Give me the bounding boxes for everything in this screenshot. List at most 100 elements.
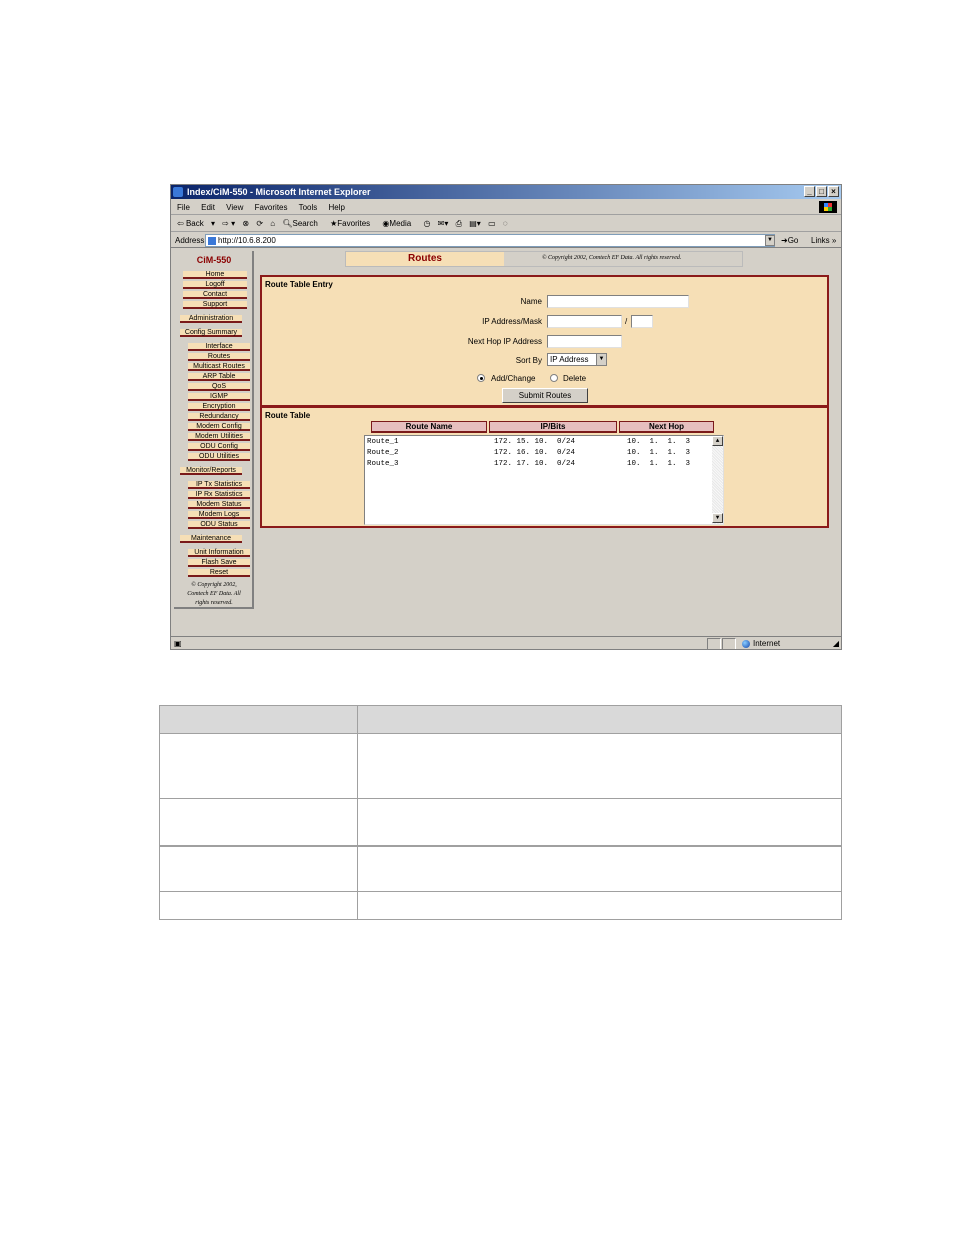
table-row[interactable]: Route_2 172. 16. 10. 0/24 10. 1. 1. 3 (367, 448, 707, 459)
scroll-down-icon[interactable]: ▼ (712, 513, 723, 523)
nav-monitor-reports[interactable]: Monitor/Reports (180, 467, 242, 475)
sidebar-copyright: © Copyright 2002, Comtech EF Data. All r… (187, 582, 241, 606)
back-button[interactable]: ⇦ Back ▾ (177, 219, 215, 228)
nav-logoff[interactable]: Logoff (183, 281, 247, 289)
mask-input[interactable] (631, 315, 653, 328)
nav-contact[interactable]: Contact (183, 291, 247, 299)
nav-routes[interactable]: Routes (188, 353, 250, 361)
nav-odu-utilities[interactable]: ODU Utilities (188, 453, 250, 461)
nav-igmp[interactable]: IGMP (188, 393, 250, 401)
nav-odu-status[interactable]: ODU Status (188, 521, 250, 529)
route-list[interactable]: Route_1 172. 15. 10. 0/24 10. 1. 1. 3 Ro… (364, 435, 724, 525)
edit-icon[interactable]: ▤▾ (469, 219, 481, 228)
nav-config-summary[interactable]: Config Summary (180, 329, 242, 337)
column-header-next-hop: Next Hop (619, 421, 714, 433)
links-button[interactable]: Links » (811, 233, 836, 248)
submit-routes-button[interactable]: Submit Routes (502, 388, 588, 403)
table-header-row (160, 706, 841, 734)
nav-ip-tx-statistics[interactable]: IP Tx Statistics (188, 481, 250, 489)
nav-multicast-routes[interactable]: Multicast Routes (188, 363, 250, 371)
resize-grip-icon[interactable]: ◢ (833, 637, 839, 649)
nav-unit-information[interactable]: Unit Information (188, 549, 250, 557)
delete-radio[interactable] (550, 374, 558, 382)
minimize-button[interactable]: _ (804, 186, 815, 197)
route-name-cell: Route_3 (367, 460, 399, 468)
sort-by-label: Sort By (515, 356, 542, 365)
nav-redundancy[interactable]: Redundancy (188, 413, 250, 421)
nav-modem-config[interactable]: Modem Config (188, 423, 250, 431)
nav-administration[interactable]: Administration (180, 315, 242, 323)
toolbar: ⇦ Back ▾ ⇨ ▾ ⊗ ⟳ ⌂ 🔍︎Search ★Favorites ◉… (171, 216, 841, 232)
ip-mask-label: IP Address/Mask (482, 317, 542, 326)
refresh-icon[interactable]: ⟳ (256, 219, 263, 228)
scroll-up-icon[interactable]: ▲ (712, 436, 723, 446)
address-bar: Address http://10.6.8.200 ▼ ➜Go Links » (171, 233, 841, 248)
address-dropdown-icon[interactable]: ▼ (765, 235, 775, 246)
menu-file[interactable]: File (177, 203, 190, 212)
page-title: Routes (346, 252, 504, 266)
header-copyright: © Copyright 2002, Comtech EF Data. All r… (542, 255, 682, 261)
search-button[interactable]: 🔍︎Search (282, 219, 323, 228)
nav-interface[interactable]: Interface (188, 343, 250, 351)
history-icon[interactable]: ◷ (423, 219, 430, 228)
address-url: http://10.6.8.200 (218, 236, 276, 245)
print-icon[interactable]: ⎙ (456, 219, 462, 228)
address-label: Address (175, 236, 205, 245)
status-segment (707, 638, 721, 649)
nav-flash-save[interactable]: Flash Save (188, 559, 250, 567)
stop-icon[interactable]: ⊗ (242, 219, 249, 228)
menu-view[interactable]: View (226, 203, 243, 212)
name-input[interactable] (547, 295, 689, 308)
menu-edit[interactable]: Edit (201, 203, 215, 212)
messenger-icon[interactable]: ◌ (503, 219, 508, 228)
add-change-radio[interactable] (477, 374, 485, 382)
security-zone: Internet (741, 637, 781, 649)
nav-ip-rx-statistics[interactable]: IP Rx Statistics (188, 491, 250, 499)
route-name-cell: Route_2 (367, 449, 399, 457)
window-title: Index/CiM-550 - Microsoft Internet Explo… (187, 187, 371, 197)
address-input[interactable]: http://10.6.8.200 (205, 234, 775, 247)
nav-modem-logs[interactable]: Modem Logs (188, 511, 250, 519)
list-scrollbar[interactable]: ▲ ▼ (712, 436, 723, 524)
nav-support[interactable]: Support (183, 301, 247, 309)
next-hop-input[interactable] (547, 335, 622, 348)
mail-icon[interactable]: ✉▾ (438, 219, 449, 228)
nav-encryption[interactable]: Encryption (188, 403, 250, 411)
nav-arp-table[interactable]: ARP Table (188, 373, 250, 381)
favorites-button[interactable]: ★Favorites (330, 219, 375, 228)
go-button[interactable]: ➜Go (781, 233, 798, 248)
maximize-button[interactable]: □ (816, 186, 827, 197)
page-header: Routes © Copyright 2002, Comtech EF Data… (345, 251, 743, 267)
title-bar: Index/CiM-550 - Microsoft Internet Explo… (171, 185, 841, 199)
route-table-panel: Route Table Route Name IP/Bits Next Hop … (260, 406, 829, 528)
sort-by-select[interactable]: IP Address ▼ (547, 353, 607, 366)
route-entry-panel: Route Table Entry Name IP Address/Mask /… (260, 275, 829, 407)
nav-maintenance[interactable]: Maintenance (180, 535, 242, 543)
route-entry-title: Route Table Entry (265, 280, 333, 289)
nav-odu-config[interactable]: ODU Config (188, 443, 250, 451)
ip-address-input[interactable] (547, 315, 622, 328)
row-divider (160, 798, 841, 799)
home-icon[interactable]: ⌂ (270, 219, 275, 228)
status-bar: ▣ Internet ◢ (171, 636, 841, 649)
nav-home[interactable]: Home (183, 271, 247, 279)
nav-reset[interactable]: Reset (188, 569, 250, 577)
table-row[interactable]: Route_1 172. 15. 10. 0/24 10. 1. 1. 3 (367, 437, 707, 448)
nav-qos[interactable]: QoS (188, 383, 250, 391)
nav-modem-status[interactable]: Modem Status (188, 501, 250, 509)
nav-modem-utilities[interactable]: Modem Utilities (188, 433, 250, 441)
route-table-title: Route Table (265, 411, 311, 420)
next-hop-label: Next Hop IP Address (467, 337, 542, 346)
discuss-icon[interactable]: ▭ (488, 219, 496, 228)
menu-help[interactable]: Help (329, 203, 345, 212)
column-divider (357, 706, 358, 919)
forward-button[interactable]: ⇨ ▾ (222, 219, 235, 228)
table-row[interactable]: Route_3 172. 17. 10. 0/24 10. 1. 1. 3 (367, 459, 707, 470)
column-header-ip-bits: IP/Bits (489, 421, 617, 433)
zone-label: Internet (753, 639, 781, 648)
media-button[interactable]: ◉Media (382, 219, 416, 228)
menu-favorites[interactable]: Favorites (255, 203, 288, 212)
menu-tools[interactable]: Tools (299, 203, 318, 212)
close-button[interactable]: × (828, 186, 839, 197)
next-hop-cell: 10. 1. 1. 3 (627, 460, 691, 468)
